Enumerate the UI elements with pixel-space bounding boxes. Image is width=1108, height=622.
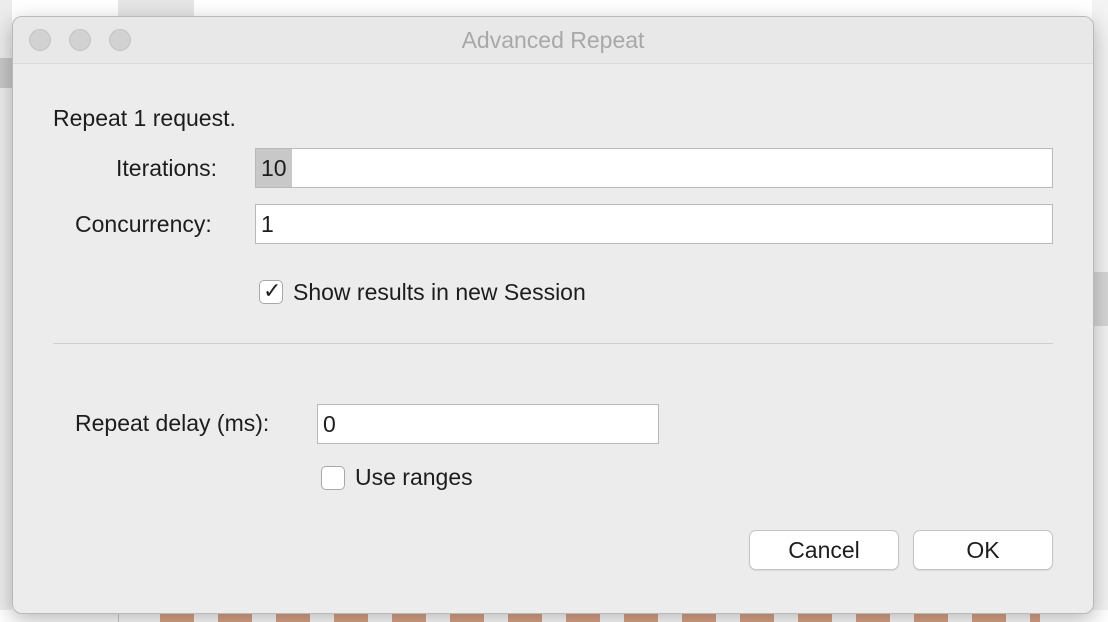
background-app-edge xyxy=(0,0,12,622)
concurrency-input[interactable] xyxy=(255,204,1053,244)
concurrency-label: Concurrency: xyxy=(75,211,212,237)
use-ranges-checkbox[interactable] xyxy=(321,466,345,490)
checkmark-icon: ✓ xyxy=(263,278,282,303)
title-bar: Advanced Repeat xyxy=(13,17,1093,64)
section-divider xyxy=(53,343,1053,344)
use-ranges-label[interactable]: Use ranges xyxy=(355,464,473,491)
request-summary: Repeat 1 request. xyxy=(53,105,236,131)
background-selected-row xyxy=(0,58,12,88)
show-results-label[interactable]: Show results in new Session xyxy=(293,279,586,306)
background-scrollbar-thumb xyxy=(1092,272,1108,326)
window-title: Advanced Repeat xyxy=(461,27,645,53)
ok-button[interactable]: OK xyxy=(913,530,1053,570)
iterations-label: Iterations: xyxy=(116,155,217,181)
repeat-delay-label: Repeat delay (ms): xyxy=(75,410,270,436)
iterations-input[interactable] xyxy=(255,148,1053,188)
repeat-delay-input[interactable] xyxy=(317,404,659,444)
background-tab xyxy=(118,0,194,16)
advanced-repeat-dialog: Advanced Repeat Repeat 1 request. Iterat… xyxy=(12,16,1094,614)
cancel-button[interactable]: Cancel xyxy=(749,530,899,570)
show-results-checkbox[interactable]: ✓ xyxy=(259,278,283,304)
